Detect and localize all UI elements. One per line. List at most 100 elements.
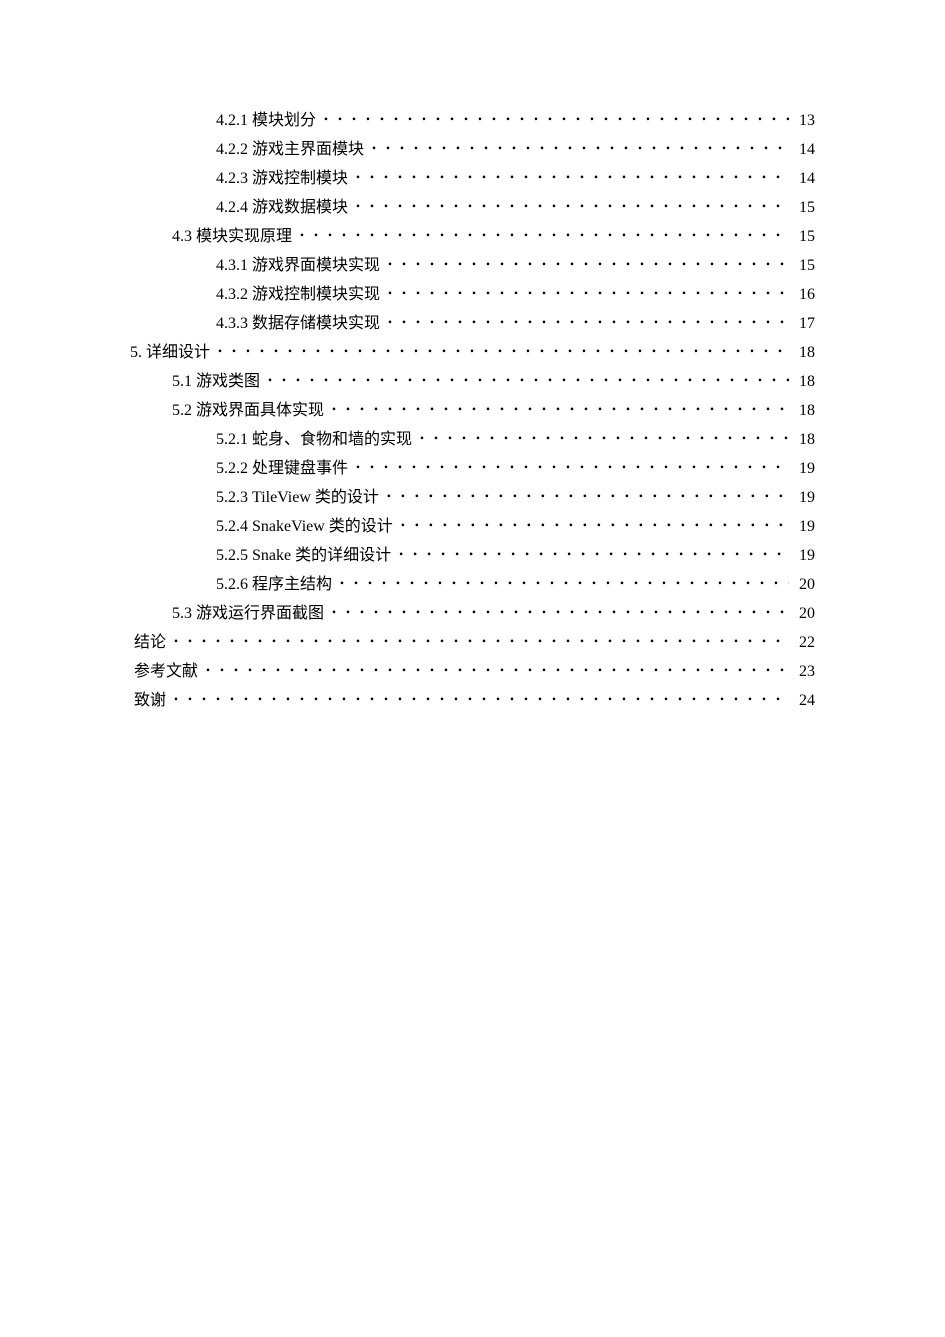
toc-entry: 参考文献････････････････････････････････････… — [130, 659, 815, 684]
toc-entry-number: 4.2.2 — [216, 138, 248, 162]
toc-leader-dots: ････････････････････････････････････････… — [172, 688, 789, 712]
toc-entry-title: 游戏类图 — [196, 370, 260, 394]
toc-entry-number: 4.3.3 — [216, 312, 248, 336]
toc-entry-title: 游戏主界面模块 — [252, 138, 364, 162]
toc-page-number: 18 — [793, 399, 815, 423]
toc-page-number: 18 — [793, 341, 815, 365]
toc-entry: 致谢･･････････････････････････････････････… — [130, 688, 815, 713]
toc-page-number: 14 — [793, 167, 815, 191]
toc-entry-number: 5.2.5 — [216, 544, 248, 568]
toc-page-number: 23 — [793, 660, 815, 684]
toc-page-number: 22 — [793, 631, 815, 655]
toc-page-number: 19 — [793, 486, 815, 510]
toc-entry: 4.2.4游戏数据模块･････････････････････････････… — [130, 195, 815, 220]
toc-entry-title: 游戏数据模块 — [252, 196, 348, 220]
toc-entry-title: 游戏界面模块实现 — [252, 254, 380, 278]
toc-entry: 5.2.3TileView 类的设计･･････････････････････… — [130, 485, 815, 510]
toc-entry: 4.3模块实现原理･･･････････････････････････････… — [130, 224, 815, 249]
toc-page-number: 15 — [793, 254, 815, 278]
toc-page-number: 17 — [793, 312, 815, 336]
toc-entry-title: 结论 — [134, 631, 166, 655]
toc-entry-number: 4.2.4 — [216, 196, 248, 220]
toc-entry: 4.3.2游戏控制模块实现･･･････････････････････････… — [130, 282, 815, 307]
toc-entry-number: 5.3 — [172, 602, 192, 626]
toc-entry-number: 5.2.6 — [216, 573, 248, 597]
toc-entry-number: 5.1 — [172, 370, 192, 394]
toc-entry-number: 4.2.3 — [216, 167, 248, 191]
toc-entry-title: 游戏运行界面截图 — [196, 602, 324, 626]
toc-page-number: 19 — [793, 544, 815, 568]
toc-entry-title: SnakeView 类的设计 — [252, 515, 393, 539]
toc-entry-number: 4.3.1 — [216, 254, 248, 278]
toc-entry-title: 游戏界面具体实现 — [196, 399, 324, 423]
toc-leader-dots: ････････････････････････････････････････… — [172, 630, 789, 654]
toc-leader-dots: ････････････････････････････････････････… — [385, 485, 789, 509]
toc-entry-number: 5.2.1 — [216, 428, 248, 452]
toc-entry: 5.详细设计･･････････････････････････････････… — [130, 340, 815, 365]
toc-entry-title: 详细设计 — [146, 341, 210, 365]
toc-entry: 5.2游戏界面具体实现･････････････････････････････… — [130, 398, 815, 423]
toc-entry-title: Snake 类的详细设计 — [252, 544, 391, 568]
toc-entry: 5.2.2处理键盘事件･････････････････････････････… — [130, 456, 815, 481]
toc-entry-number: 4.3 — [172, 225, 192, 249]
toc-entry: 4.2.2游戏主界面模块････････････････････････････… — [130, 137, 815, 162]
toc-leader-dots: ････････････････････････････････････････… — [397, 543, 789, 567]
toc-page-number: 19 — [793, 457, 815, 481]
toc-page-number: 20 — [793, 602, 815, 626]
toc-entry: 5.2.1蛇身、食物和墙的实现･････････････････････････… — [130, 427, 815, 452]
toc-entry-number: 5. — [130, 341, 142, 365]
toc-leader-dots: ････････････････････････････････････････… — [330, 601, 789, 625]
toc-leader-dots: ････････････････････････････････････････… — [322, 108, 789, 132]
toc-page-number: 15 — [793, 196, 815, 220]
toc-leader-dots: ････････････････････････････････････････… — [418, 427, 789, 451]
toc-leader-dots: ････････････････････････････････････････… — [370, 137, 789, 161]
toc-leader-dots: ････････････････････････････････････････… — [386, 311, 789, 335]
toc-leader-dots: ････････････････････････････････････････… — [354, 195, 789, 219]
toc-entry: 4.2.1模块划分･･･････････････････････････････… — [130, 108, 815, 133]
toc-entry-number: 5.2.2 — [216, 457, 248, 481]
toc-entry-number: 4.3.2 — [216, 283, 248, 307]
toc-leader-dots: ････････････････････････････････････････… — [386, 282, 789, 306]
toc-leader-dots: ････････････････････････････････････････… — [354, 166, 789, 190]
toc-entry: 5.2.4SnakeView 类的设计･････････････････････… — [130, 514, 815, 539]
toc-entry-title: 程序主结构 — [252, 573, 332, 597]
toc-leader-dots: ････････････････････････････････････････… — [216, 340, 789, 364]
toc-entry: 4.3.1游戏界面模块实现･･･････････････････････････… — [130, 253, 815, 278]
toc-leader-dots: ････････････････････････････････････････… — [399, 514, 789, 538]
toc-leader-dots: ････････････････････････････････････････… — [386, 253, 789, 277]
toc-page-number: 18 — [793, 428, 815, 452]
toc-leader-dots: ････････････････････････････････････････… — [338, 572, 789, 596]
toc-leader-dots: ････････････････････････････････････････… — [266, 369, 789, 393]
toc-entry: 5.2.6程序主结构･･････････････････････････････… — [130, 572, 815, 597]
toc-entry-number: 5.2.3 — [216, 486, 248, 510]
toc-page-number: 15 — [793, 225, 815, 249]
toc-entry-title: 致谢 — [134, 689, 166, 713]
toc-leader-dots: ････････････････････････････････････････… — [330, 398, 789, 422]
toc-page-number: 24 — [793, 689, 815, 713]
toc-entry-title: 数据存储模块实现 — [252, 312, 380, 336]
toc-page-number: 18 — [793, 370, 815, 394]
toc-entry-title: 模块实现原理 — [196, 225, 292, 249]
toc-leader-dots: ････････････････････････････････････････… — [204, 659, 789, 683]
toc-entry-title: 蛇身、食物和墙的实现 — [252, 428, 412, 452]
toc-entry-title: TileView 类的设计 — [252, 486, 379, 510]
toc-page-number: 13 — [793, 109, 815, 133]
toc-entry-number: 5.2 — [172, 399, 192, 423]
toc-entry: 5.2.5Snake 类的详细设计･･･････････････････････… — [130, 543, 815, 568]
toc-leader-dots: ････････････････････････････････････････… — [298, 224, 789, 248]
toc-entry-number: 4.2.1 — [216, 109, 248, 133]
toc-page-number: 20 — [793, 573, 815, 597]
toc-entry-number: 5.2.4 — [216, 515, 248, 539]
toc-page-number: 14 — [793, 138, 815, 162]
toc-leader-dots: ････････････････････････････････････････… — [354, 456, 789, 480]
toc-entry-title: 模块划分 — [252, 109, 316, 133]
toc-entry: 5.3游戏运行界面截图･････････････････････････････… — [130, 601, 815, 626]
toc-entry-title: 参考文献 — [134, 660, 198, 684]
table-of-contents: 4.2.1模块划分･･･････････････････････････････… — [130, 108, 815, 713]
toc-entry-title: 处理键盘事件 — [252, 457, 348, 481]
toc-entry: 结论･･････････････････････････････････････… — [130, 630, 815, 655]
toc-entry: 5.1游戏类图･････････････････････････････････… — [130, 369, 815, 394]
toc-page-number: 16 — [793, 283, 815, 307]
toc-page-number: 19 — [793, 515, 815, 539]
toc-entry-title: 游戏控制模块实现 — [252, 283, 380, 307]
